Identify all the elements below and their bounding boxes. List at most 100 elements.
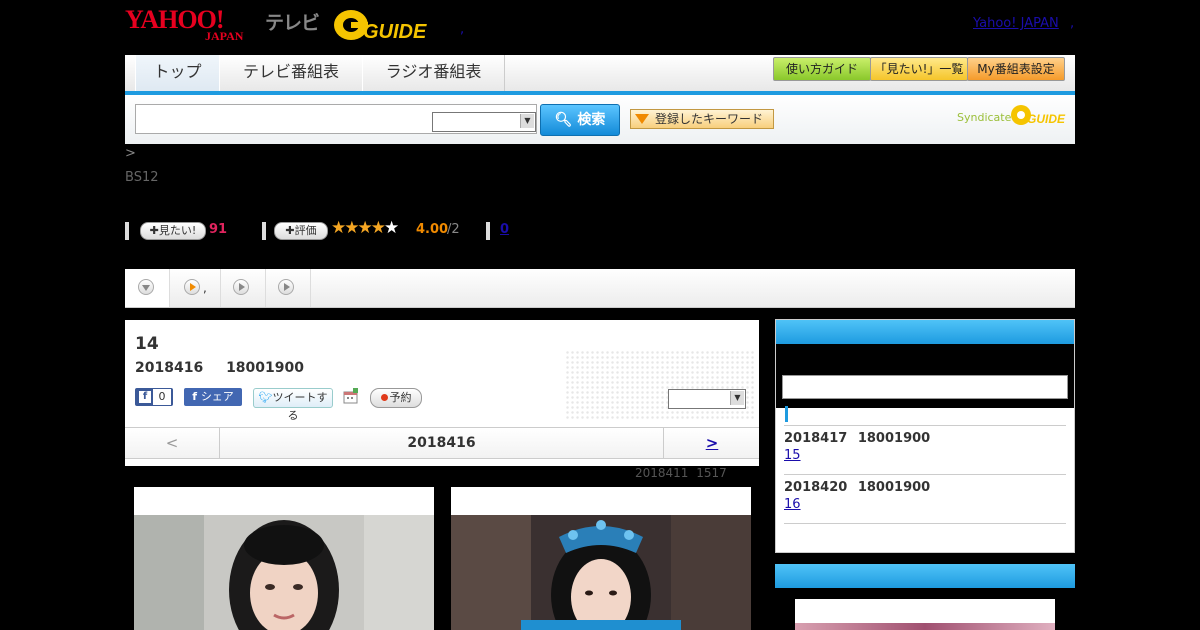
want-to-watch-label: 見たい!: [158, 224, 197, 237]
subtab-3[interactable]: [221, 269, 266, 307]
list-item: 2018417 18001900 15: [784, 425, 1066, 463]
star-icon: ★: [357, 218, 373, 238]
list-item: 2018420 18001900 16: [784, 474, 1066, 512]
review-count-link[interactable]: 0: [500, 222, 509, 237]
episode-number: 14: [135, 334, 159, 354]
want-count: 91: [209, 222, 228, 237]
star-icon: ★: [370, 218, 386, 238]
panel-field[interactable]: [782, 375, 1068, 399]
program-action-select[interactable]: ▼: [668, 389, 746, 409]
episode-link[interactable]: 16: [784, 497, 1066, 512]
date-pager: < 2018416 >: [125, 427, 759, 459]
facebook-like-count: 0: [153, 389, 171, 405]
main-navigation: トップ テレビ番組表 ラジオ番組表 使い方ガイド 「見たい!」一覧 My番組表設…: [125, 55, 1075, 95]
tab-tv-schedule[interactable]: テレビ番組表: [219, 55, 363, 91]
rating-count: /2: [447, 222, 460, 237]
related-image-card[interactable]: [795, 599, 1055, 630]
tab-top[interactable]: トップ: [135, 55, 220, 91]
facebook-share-label: シェア: [200, 390, 234, 403]
svg-text:GUIDE: GUIDE: [1027, 112, 1066, 126]
panel-header: [775, 564, 1075, 588]
play-icon: [233, 279, 249, 295]
previous-episode-link[interactable]: <: [125, 428, 220, 458]
record-reserve-button[interactable]: 予約: [370, 388, 422, 408]
upcoming-broadcasts-panel: 2018417 18001900 15 2018420 18001900 16: [775, 319, 1075, 553]
tab-radio-schedule[interactable]: ラジオ番組表: [362, 55, 505, 91]
broadcast-date: 2018420 18001900: [784, 480, 931, 495]
search-button[interactable]: 🔍︎ 検索: [540, 104, 620, 136]
tv-label: テレビ: [265, 12, 320, 34]
current-date: 2018416: [407, 435, 476, 451]
tweet-button[interactable]: 🐦︎ツイートする: [253, 388, 333, 422]
divider: [262, 222, 266, 240]
my-schedule-settings-button[interactable]: My番組表設定: [967, 57, 1065, 81]
syndicated-gguide-logo: GUIDE: [1011, 105, 1066, 126]
facebook-icon: f: [139, 391, 151, 403]
facebook-icon: f: [192, 390, 201, 403]
star-icon: ★: [344, 218, 359, 238]
syndicated-label: Syndicated: [957, 111, 1019, 124]
program-photo: [451, 515, 751, 630]
want-to-watch-button[interactable]: ✚見たい!: [140, 222, 206, 240]
wishlist-button[interactable]: 「見たい!」一覧: [870, 57, 968, 81]
photo-card[interactable]: [134, 487, 434, 630]
play-icon: [278, 279, 294, 295]
facebook-like-button[interactable]: f0: [135, 388, 173, 406]
plus-icon: ✚: [149, 224, 159, 237]
twitter-bird-icon: 🐦︎: [258, 391, 273, 404]
chevron-down-icon: ▼: [520, 114, 534, 128]
rating-stars: ★★★★★: [331, 218, 399, 238]
search-bar: ▼ 🔍︎ 検索 登録したキーワード Syndicated GUIDE: [125, 95, 1075, 144]
svg-text:GUIDE: GUIDE: [363, 21, 427, 42]
section-marker: [785, 406, 788, 422]
yahoo-japan-link[interactable]: Yahoo! JAPAN: [973, 16, 1059, 31]
divider: [486, 222, 490, 240]
tweet-label: ツイートする: [272, 391, 328, 422]
gguide-logo[interactable]: GUIDE: [333, 8, 435, 42]
plus-icon: ✚: [285, 224, 295, 237]
star-icon: ★: [384, 218, 399, 238]
decorative-pattern: [565, 350, 755, 420]
air-date: 2018416 18001900: [135, 360, 304, 376]
rate-label: 評価: [294, 224, 317, 237]
episode-link[interactable]: 15: [784, 448, 1066, 463]
related-image: [795, 623, 1055, 630]
updated-timestamp: 2018411 1517: [635, 466, 727, 480]
program-detail-panel: 14 2018416 18001900 f0 f シェア 🐦︎ツイートする 予約…: [125, 320, 759, 466]
usage-guide-button[interactable]: 使い方ガイド: [773, 57, 871, 81]
subtab-2[interactable]: ,: [170, 269, 221, 307]
svg-text:JAPAN: JAPAN: [205, 29, 244, 42]
chevron-down-icon: [138, 279, 154, 295]
related-panel: [775, 564, 1075, 630]
search-category-select[interactable]: ▼: [432, 112, 536, 132]
panel-header: [776, 320, 1074, 344]
program-subtabs: ,: [125, 269, 1075, 308]
saved-keywords-button[interactable]: 登録したキーワード: [630, 109, 774, 129]
channel-name: BS12: [125, 170, 159, 185]
search-icon: 🔍︎: [554, 112, 573, 128]
divider: [125, 222, 129, 240]
breadcrumb[interactable]: >: [125, 146, 136, 161]
header-separator: ,: [1070, 16, 1075, 31]
rating-score: 4.00: [416, 222, 449, 237]
reserve-label: 予約: [389, 391, 412, 404]
divider: [784, 523, 1066, 524]
program-photo: [134, 515, 434, 630]
subtab-label: ,: [203, 281, 207, 295]
calendar-add-icon[interactable]: [343, 388, 359, 404]
rate-button[interactable]: ✚評価: [274, 222, 328, 240]
header-separator: ,: [460, 22, 465, 37]
play-icon: [184, 279, 200, 295]
star-icon: ★: [331, 218, 346, 238]
chevron-down-icon: ▼: [730, 391, 744, 405]
yahoo-japan-logo[interactable]: YAHOO! JAPAN: [125, 6, 263, 42]
facebook-share-button[interactable]: f シェア: [184, 388, 242, 406]
search-button-label: 検索: [577, 112, 606, 128]
next-episode-link[interactable]: >: [663, 428, 760, 458]
photo-card[interactable]: [451, 487, 751, 630]
record-icon: [380, 394, 388, 401]
triangle-down-icon: [635, 114, 649, 124]
subtab-1[interactable]: [125, 269, 170, 307]
broadcast-date: 2018417 18001900: [784, 431, 931, 446]
subtab-4[interactable]: [266, 269, 311, 307]
